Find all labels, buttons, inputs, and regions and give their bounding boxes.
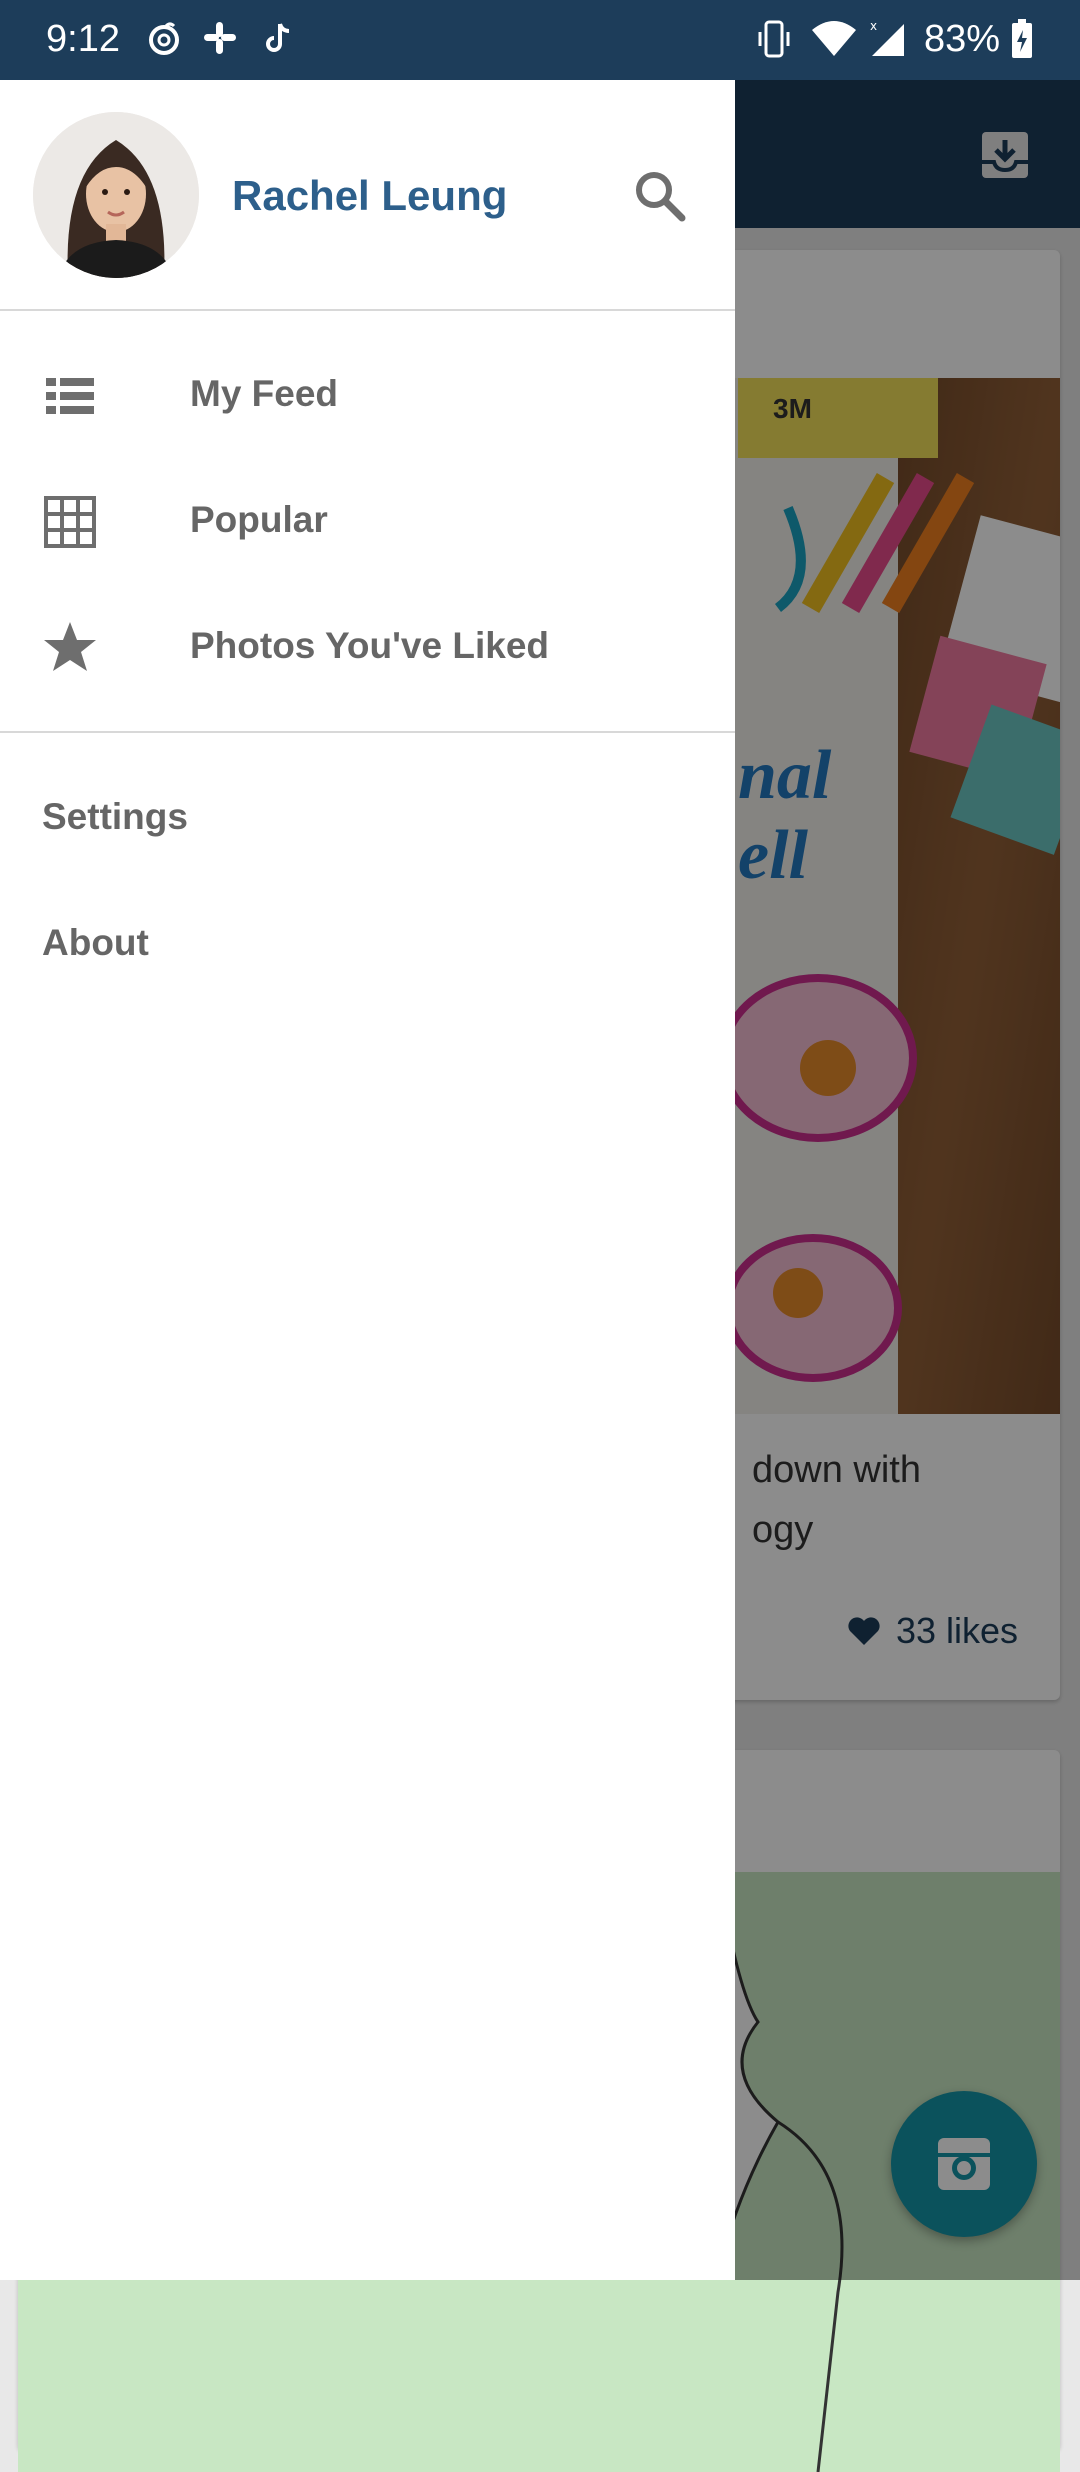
nav-item-settings[interactable]: Settings: [0, 756, 735, 882]
list-icon: [46, 378, 94, 414]
search-icon[interactable]: [630, 166, 690, 226]
nav-label: Photos You've Liked: [190, 625, 549, 666]
grid-icon: [44, 496, 96, 548]
tiktok-icon: [266, 23, 290, 52]
drawer-divider: [0, 731, 735, 733]
nav-item-my-feed[interactable]: My Feed: [0, 333, 735, 459]
vibrate-icon: [758, 20, 790, 58]
nav-label: My Feed: [190, 373, 339, 414]
nav-item-popular[interactable]: Popular: [0, 459, 735, 585]
nav-item-photos-liked[interactable]: Photos You've Liked: [0, 585, 735, 711]
wifi-icon: [812, 21, 856, 56]
status-bar: 9:12 x 83%: [0, 0, 1080, 80]
netease-music-icon: [149, 22, 179, 55]
profile-photo: [33, 112, 199, 278]
nav-item-about[interactable]: About: [0, 882, 735, 1008]
star-icon: [44, 622, 96, 671]
svg-text:x: x: [870, 19, 877, 33]
drawer-header: Rachel Leung: [0, 80, 735, 310]
battery-charging-icon: [1012, 19, 1032, 58]
nav-label: About: [42, 922, 149, 963]
nav-label: Settings: [42, 796, 188, 837]
drawer-divider: [0, 309, 735, 311]
profile-name[interactable]: Rachel Leung: [232, 172, 507, 220]
navigation-drawer: Rachel Leung My Feed Popular Photos You'…: [0, 80, 735, 2280]
nav-label: Popular: [190, 499, 328, 540]
status-time: 9:12: [46, 18, 120, 60]
avatar[interactable]: [33, 112, 199, 278]
cell-signal-icon: x: [870, 19, 904, 56]
slack-icon: [204, 22, 236, 54]
battery-percent: 83%: [924, 18, 1001, 60]
